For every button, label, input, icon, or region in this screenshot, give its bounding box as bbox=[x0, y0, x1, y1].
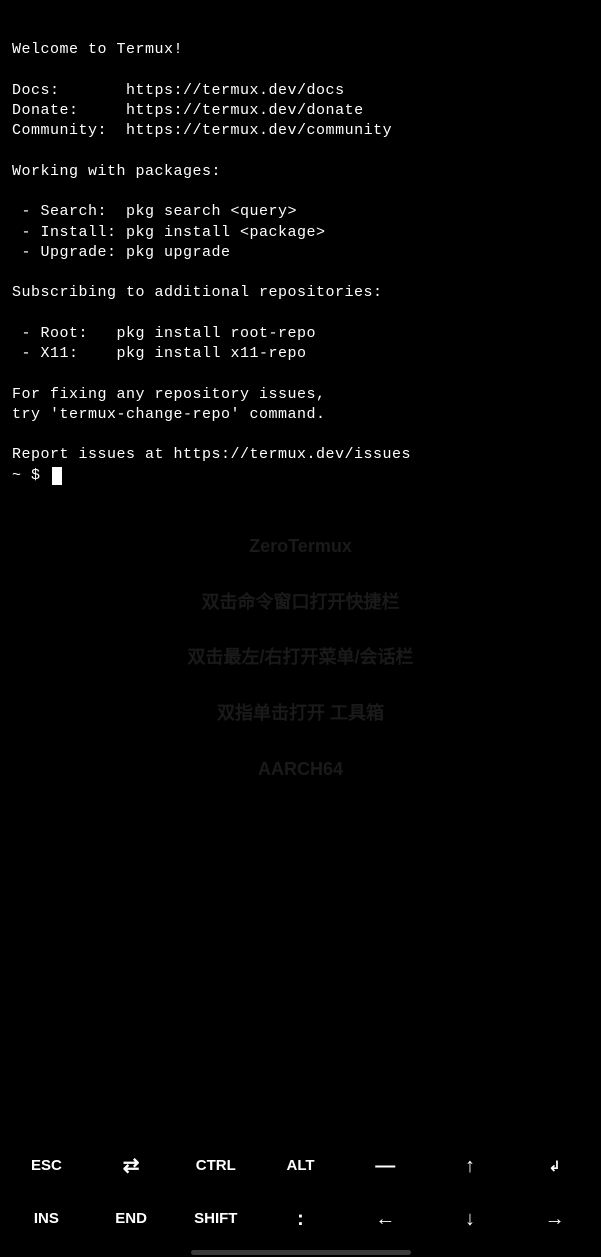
key-alt[interactable]: ALT bbox=[258, 1156, 343, 1176]
key-row-1: ESC ⇄ CTRL ALT — ↑ ↲ bbox=[4, 1153, 597, 1180]
watermark-overlay: ZeroTermux 双击命令窗口打开快捷栏 双击最左/右打开菜单/会话栏 双指… bbox=[0, 505, 601, 812]
key-end[interactable]: END bbox=[89, 1209, 174, 1229]
key-colon[interactable]: : bbox=[258, 1206, 343, 1233]
community-label: Community: bbox=[12, 122, 126, 139]
pkg-heading: Working with packages: bbox=[12, 163, 221, 180]
fix-line-1: For fixing any repository issues, bbox=[12, 386, 326, 403]
key-right[interactable]: → bbox=[512, 1206, 597, 1233]
key-tab[interactable]: ⇄ bbox=[89, 1153, 174, 1180]
key-ins[interactable]: INS bbox=[4, 1209, 89, 1229]
shell-prompt: ~ $ bbox=[12, 466, 50, 486]
key-left[interactable]: ← bbox=[343, 1206, 428, 1233]
repo-x11-line: - X11: pkg install x11-repo bbox=[12, 345, 307, 362]
repo-heading: Subscribing to additional repositories: bbox=[12, 284, 383, 301]
docs-url: https://termux.dev/docs bbox=[126, 82, 345, 99]
watermark-hint-1: 双击命令窗口打开快捷栏 bbox=[0, 589, 601, 617]
cursor[interactable] bbox=[52, 467, 62, 485]
donate-label: Donate: bbox=[12, 102, 126, 119]
home-indicator[interactable] bbox=[191, 1250, 411, 1255]
watermark-hint-2: 双击最左/右打开菜单/会话栏 bbox=[0, 644, 601, 672]
welcome-text: Welcome to Termux! bbox=[12, 41, 183, 58]
community-url: https://termux.dev/community bbox=[126, 122, 392, 139]
watermark-arch: AARCH64 bbox=[0, 756, 601, 784]
key-ctrl[interactable]: CTRL bbox=[173, 1156, 258, 1176]
key-esc[interactable]: ESC bbox=[4, 1156, 89, 1176]
repo-root-line: - Root: pkg install root-repo bbox=[12, 325, 316, 342]
extra-keys-toolbar: ESC ⇄ CTRL ALT — ↑ ↲ INS END SHIFT : ← ↓… bbox=[0, 1153, 601, 1233]
key-up[interactable]: ↑ bbox=[428, 1153, 513, 1180]
docs-label: Docs: bbox=[12, 82, 126, 99]
key-enter[interactable]: ↲ bbox=[512, 1157, 597, 1176]
watermark-hint-3: 双指单击打开 工具箱 bbox=[0, 700, 601, 728]
pkg-install-line: - Install: pkg install <package> bbox=[12, 224, 326, 241]
key-row-2: INS END SHIFT : ← ↓ → bbox=[4, 1206, 597, 1233]
issues-line: Report issues at https://termux.dev/issu… bbox=[12, 446, 411, 463]
donate-url: https://termux.dev/donate bbox=[126, 102, 364, 119]
fix-line-2: try 'termux-change-repo' command. bbox=[12, 406, 326, 423]
key-shift[interactable]: SHIFT bbox=[173, 1209, 258, 1229]
key-dash[interactable]: — bbox=[343, 1153, 428, 1180]
key-down[interactable]: ↓ bbox=[428, 1206, 513, 1233]
watermark-title: ZeroTermux bbox=[0, 533, 601, 561]
pkg-upgrade-line: - Upgrade: pkg upgrade bbox=[12, 244, 231, 261]
terminal-output[interactable]: Welcome to Termux! Docs: https://termux.… bbox=[0, 0, 601, 518]
pkg-search-line: - Search: pkg search <query> bbox=[12, 203, 297, 220]
